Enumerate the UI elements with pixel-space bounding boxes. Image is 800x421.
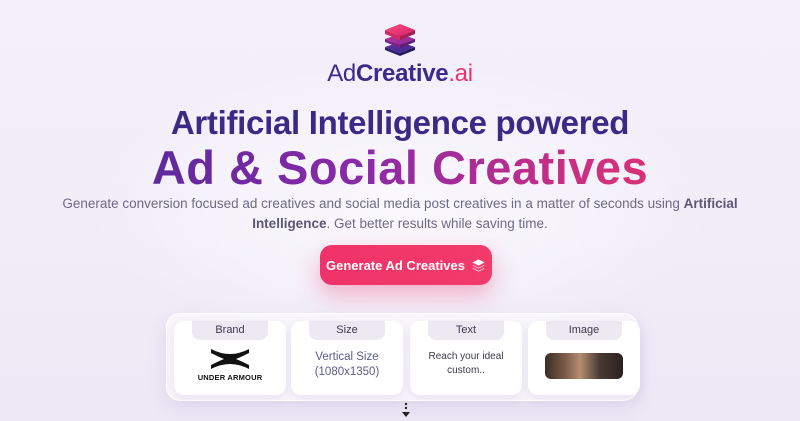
logo-ai: .ai	[448, 60, 473, 87]
scroll-down-arrow-icon[interactable]	[398, 402, 414, 420]
size-card-title: Size	[309, 321, 385, 340]
logo-ad: Ad	[327, 60, 356, 87]
size-value: Vertical Size	[315, 351, 379, 363]
text-preview-line2: custom..	[447, 365, 485, 376]
hero-heading-line1: Artificial Intelligence powered	[170, 104, 630, 141]
subtitle-part2: . Get better results while saving time.	[326, 216, 548, 231]
brand-card-title: Brand	[192, 321, 268, 340]
logo-wordmark: AdCreative.ai	[0, 60, 800, 88]
subtitle-part1: Generate conversion focused ad creatives…	[62, 196, 680, 211]
text-card-title: Text	[428, 321, 504, 340]
text-preview-line1: Reach your ideal	[428, 351, 504, 362]
image-thumbnail	[545, 353, 623, 379]
logo-creative: Creative	[355, 60, 449, 87]
size-card[interactable]: Size Vertical Size (1080x1350)	[291, 321, 403, 395]
text-card[interactable]: Text Reach your ideal custom..	[410, 321, 522, 395]
generate-ad-creatives-button[interactable]: Generate Ad Creatives	[320, 245, 492, 285]
brand-name: UNDER ARMOUR	[197, 373, 263, 382]
image-card-body	[528, 345, 640, 393]
size-dimensions: (1080x1350)	[314, 366, 380, 378]
cta-label: Generate Ad Creatives	[326, 257, 465, 273]
brand-logo[interactable]: AdCreative.ai	[0, 20, 800, 88]
under-armour-logo-icon	[211, 349, 249, 369]
image-card[interactable]: Image	[528, 321, 640, 395]
layers-icon	[472, 258, 485, 272]
hero-heading-line2: Ad & Social Creatives	[0, 140, 800, 195]
size-card-body: Vertical Size (1080x1350)	[291, 345, 403, 393]
brand-card-body: UNDER ARMOUR	[174, 345, 286, 393]
hero-subtitle: Generate conversion focused ad creatives…	[60, 194, 740, 234]
image-card-title: Image	[546, 321, 622, 340]
brand-card[interactable]: Brand UNDER ARMOUR	[174, 321, 286, 395]
text-card-body: Reach your ideal custom..	[410, 345, 522, 393]
stacked-layers-icon	[385, 24, 415, 56]
